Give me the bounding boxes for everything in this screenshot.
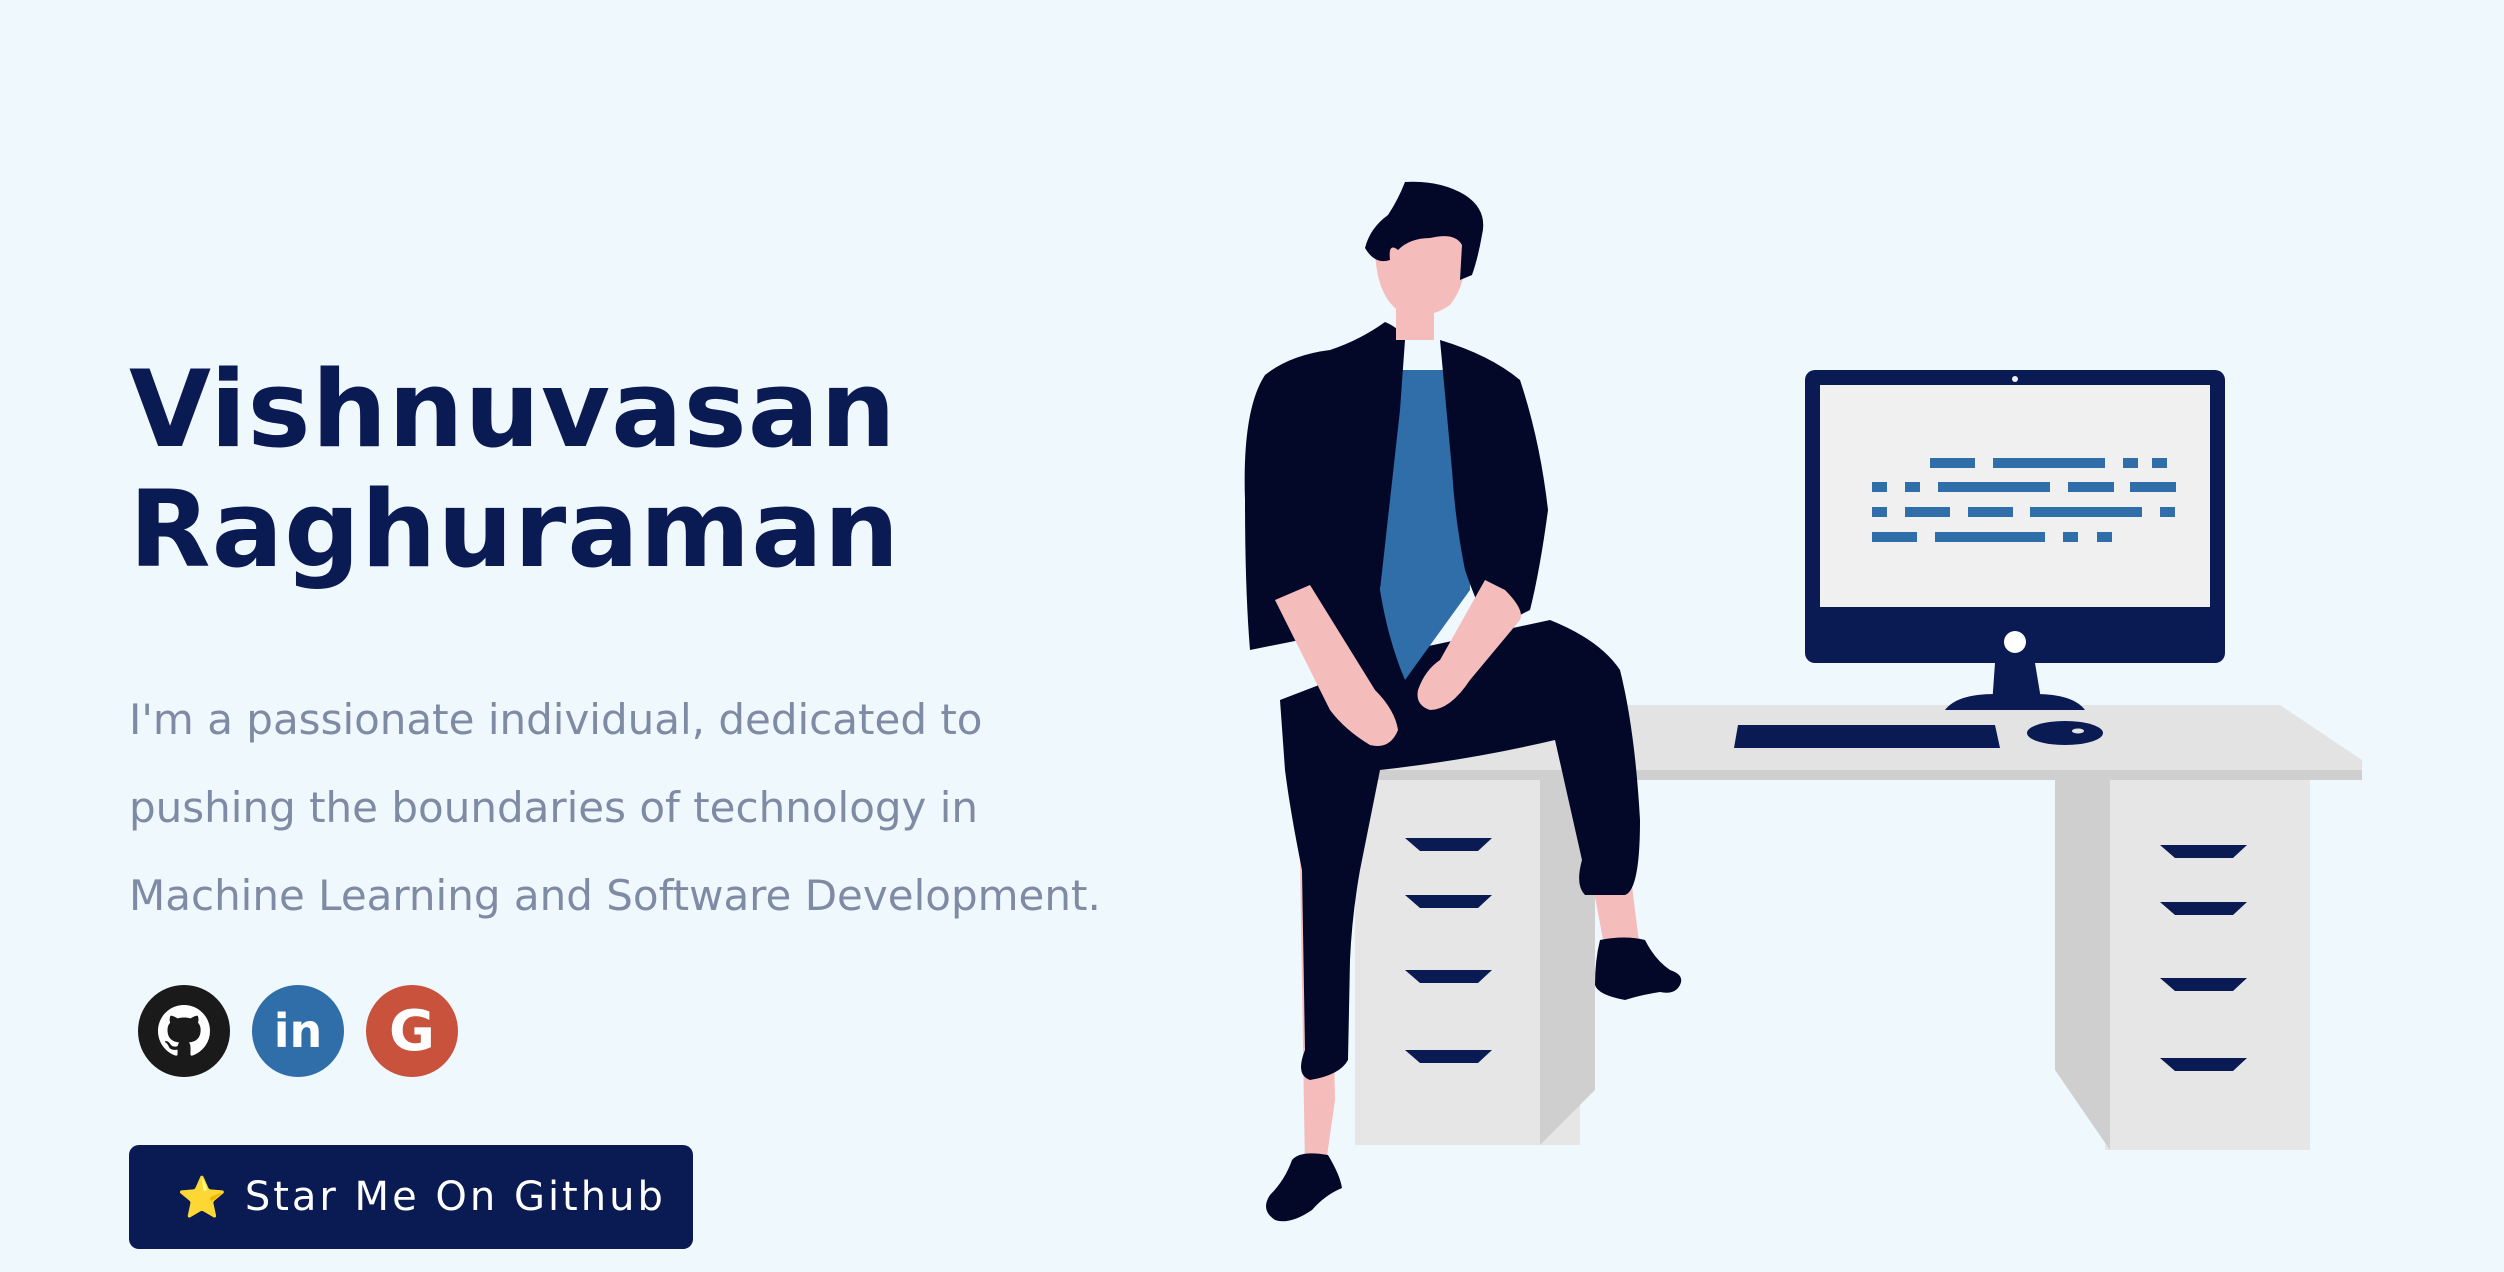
github-icon — [158, 1005, 210, 1056]
google-icon: G — [389, 998, 435, 1064]
star-button-label: Star Me On Github — [244, 1174, 666, 1220]
page-title: Vishnuvasan Raghuraman — [129, 350, 1169, 590]
google-link[interactable]: G — [366, 985, 458, 1077]
social-links: in G — [138, 985, 458, 1077]
name-last: Raghuraman — [129, 468, 901, 591]
linkedin-link[interactable]: in — [252, 985, 344, 1077]
hero-section: Vishnuvasan Raghuraman I'm a passionate … — [129, 350, 1169, 940]
developer-desk-illustration — [1244, 181, 2362, 1222]
name-first: Vishnuvasan — [129, 348, 897, 471]
github-link[interactable] — [138, 985, 230, 1077]
star-icon: ⭐ — [177, 1174, 227, 1221]
linkedin-icon: in — [273, 1004, 323, 1058]
desk — [1355, 705, 2362, 1150]
bio-text: I'm a passionate individual, dedicated t… — [129, 695, 1101, 920]
star-on-github-button[interactable]: ⭐ Star Me On Github — [129, 1145, 693, 1249]
